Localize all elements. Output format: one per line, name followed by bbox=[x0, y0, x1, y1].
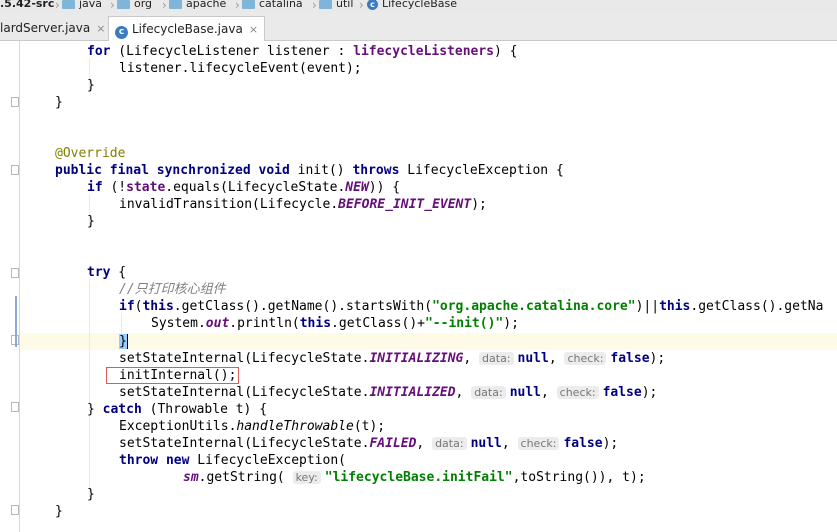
breadcrumb-item-util[interactable]: util bbox=[319, 0, 353, 10]
fold-marker-icon[interactable] bbox=[11, 97, 19, 107]
breadcrumb-item-catalina[interactable]: catalina bbox=[242, 0, 303, 10]
parameter-hint: check: bbox=[517, 437, 560, 450]
code-line: for (LifecycleListener listener : lifecy… bbox=[87, 44, 518, 59]
code-line: } bbox=[55, 504, 63, 519]
fold-marker-icon[interactable] bbox=[11, 165, 19, 175]
breadcrumb-item-apache[interactable]: apache bbox=[169, 0, 226, 10]
code-line: if (!state.equals(LifecycleState.NEW)) { bbox=[87, 180, 401, 195]
parameter-hint: key: bbox=[292, 471, 321, 484]
code-line: } bbox=[119, 333, 127, 350]
code-line: setStateInternal(LifecycleState.INITIALI… bbox=[119, 385, 658, 400]
code-line: } bbox=[87, 78, 95, 93]
folder-icon bbox=[117, 0, 130, 9]
class-icon: c bbox=[367, 0, 378, 10]
code-line: sm.getString( key: "lifecycleBase.initFai… bbox=[183, 470, 646, 485]
matched-brace: } bbox=[119, 334, 127, 349]
code-line: } bbox=[87, 487, 95, 502]
close-icon[interactable]: × bbox=[249, 23, 258, 36]
fold-marker-icon[interactable] bbox=[11, 268, 19, 278]
breadcrumb-item-org[interactable]: org bbox=[117, 0, 152, 10]
vcs-change-marker[interactable] bbox=[15, 296, 17, 347]
parameter-hint: data: bbox=[479, 352, 514, 365]
fold-marker-icon[interactable] bbox=[11, 402, 19, 412]
code-comment: //只打印核心组件 bbox=[119, 282, 226, 297]
tab-label: lardServer.java bbox=[0, 21, 91, 35]
code-line: @Override bbox=[55, 146, 126, 161]
code-line: } catch (Throwable t) { bbox=[87, 402, 268, 417]
tab-standardserver[interactable]: lardServer.java × bbox=[0, 16, 111, 40]
breadcrumb: .5.42-src › java › org › apache › catali… bbox=[0, 0, 837, 13]
breadcrumb-item-java[interactable]: java bbox=[62, 0, 102, 10]
code-line: ExceptionUtils.handleThrowable(t); bbox=[119, 419, 386, 434]
indent-guide bbox=[89, 279, 90, 411]
code-line: try { bbox=[87, 265, 127, 280]
code-line: System.out.println(this.getClass()+"--in… bbox=[151, 316, 519, 331]
tab-label: LifecycleBase.java bbox=[132, 22, 243, 36]
breadcrumb-separator: › bbox=[359, 0, 364, 12]
code-line: } bbox=[55, 95, 63, 110]
code-line: invalidTransition(Lifecycle.BEFORE_INIT_… bbox=[119, 197, 487, 212]
breadcrumb-separator: › bbox=[162, 0, 167, 12]
close-icon[interactable]: × bbox=[96, 22, 105, 35]
current-line-highlight bbox=[20, 333, 837, 350]
code-line: setStateInternal(LifecycleState.FAILED, … bbox=[119, 436, 619, 451]
folder-icon bbox=[319, 0, 332, 9]
code-line: listener.lifecycleEvent(event); bbox=[119, 61, 362, 76]
tab-lifecyclebase[interactable]: c LifecycleBase.java × bbox=[108, 16, 266, 41]
parameter-hint: data: bbox=[432, 437, 467, 450]
indent-guide bbox=[89, 415, 90, 497]
folder-icon bbox=[242, 0, 255, 9]
code-line: } bbox=[87, 214, 95, 229]
fold-marker-icon[interactable] bbox=[11, 505, 19, 515]
highlight-box bbox=[106, 367, 239, 384]
folder-icon bbox=[169, 0, 182, 9]
code-line: throw new LifecycleException( bbox=[119, 453, 346, 468]
breadcrumb-separator: › bbox=[235, 0, 240, 12]
text-cursor bbox=[127, 334, 128, 349]
code-line: public final synchronized void init() th… bbox=[55, 163, 564, 178]
class-icon: c bbox=[115, 26, 128, 39]
parameter-hint: check: bbox=[564, 352, 607, 365]
gutter-divider bbox=[19, 41, 20, 532]
breadcrumb-item-project[interactable]: .5.42-src bbox=[0, 0, 54, 10]
code-line: setStateInternal(LifecycleState.INITIALI… bbox=[119, 351, 666, 366]
code-line: if(this.getClass().getName().startsWith(… bbox=[119, 299, 824, 314]
folder-icon bbox=[62, 0, 75, 9]
breadcrumb-separator: › bbox=[312, 0, 317, 12]
parameter-hint: check: bbox=[556, 386, 599, 399]
breadcrumb-separator: › bbox=[110, 0, 115, 12]
parameter-hint: data: bbox=[471, 386, 506, 399]
breadcrumb-separator: › bbox=[55, 0, 60, 12]
breadcrumb-item-lifecyclebase[interactable]: c LifecycleBase bbox=[367, 0, 457, 10]
editor-tab-bar: lardServer.java × c LifecycleBase.java × bbox=[0, 13, 837, 41]
